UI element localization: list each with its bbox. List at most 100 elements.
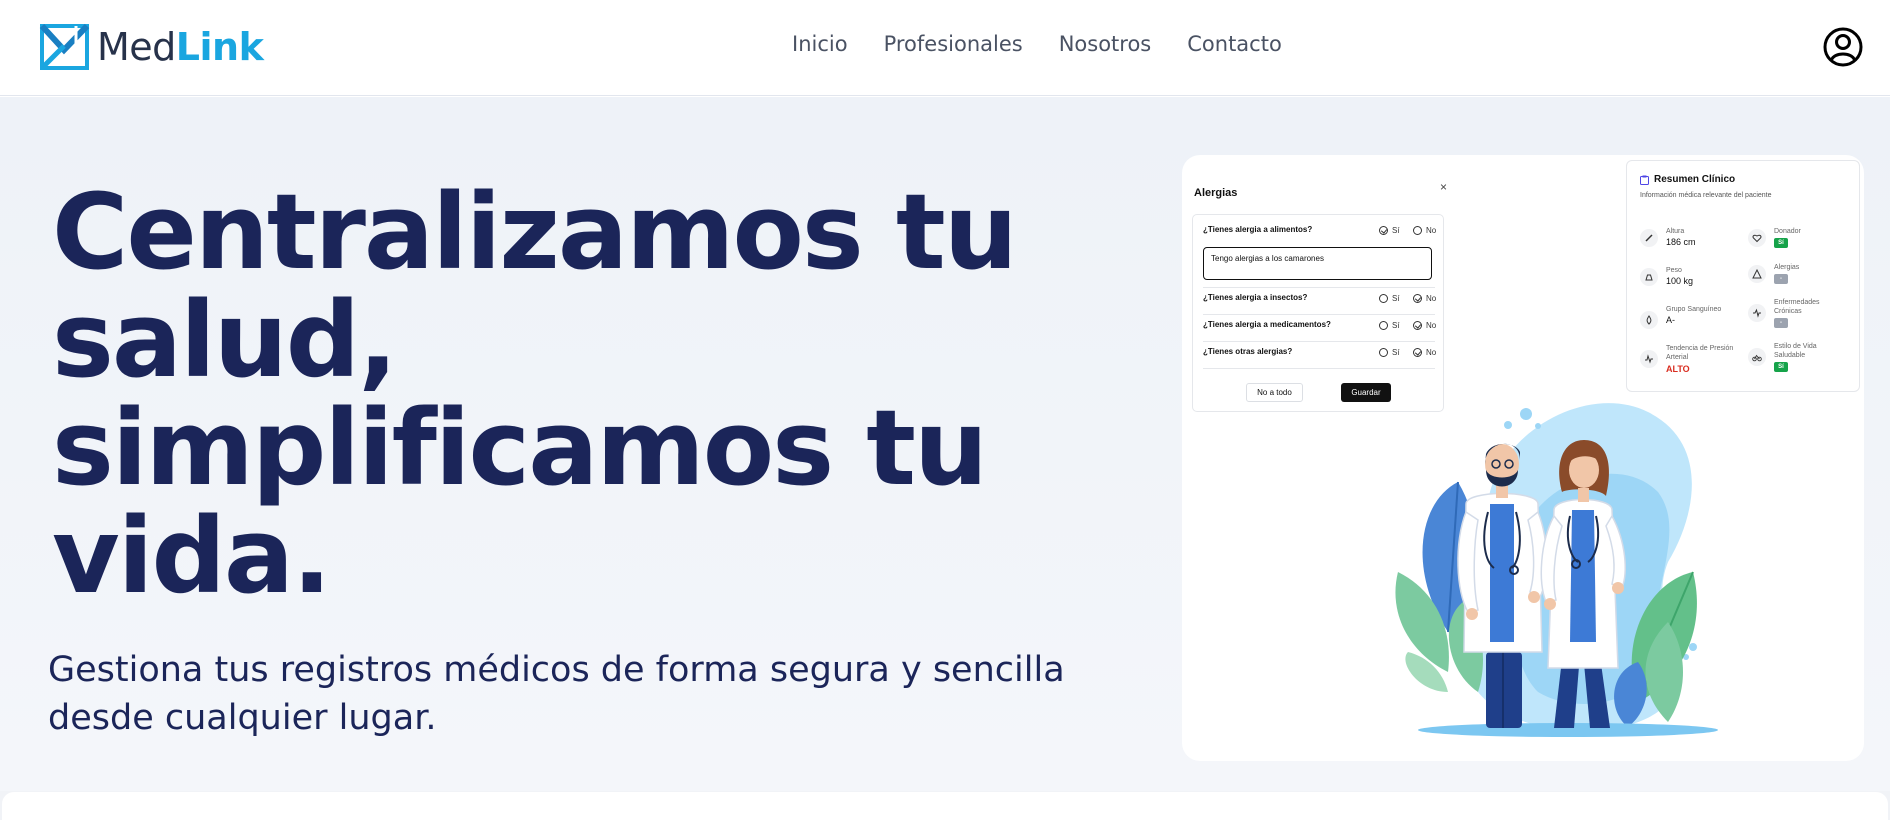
food-allergy-detail-input[interactable]: Tengo alergias a los camarones: [1203, 247, 1432, 280]
radio-icon: [1413, 226, 1422, 235]
radio-yes-label: Sí: [1392, 226, 1400, 235]
radio-no-label: No: [1426, 348, 1437, 357]
ruler-icon: [1640, 229, 1658, 247]
radio-yes[interactable]: Sí: [1379, 348, 1400, 357]
nav-link-nosotros[interactable]: Nosotros: [1059, 32, 1152, 56]
question-row: ¿Tienes alergia a insectos? Sí No: [1203, 293, 1436, 311]
radio-icon: [1379, 321, 1388, 330]
summary-value: 100 kg: [1666, 276, 1694, 286]
question-text: ¿Tienes alergia a insectos?: [1203, 293, 1308, 302]
bike-icon: [1748, 348, 1766, 366]
user-circle-icon[interactable]: [1822, 26, 1864, 68]
radio-checked-icon: [1379, 226, 1388, 235]
pulse-icon: [1640, 350, 1658, 368]
hero-headline: Centralizamos tu salud, simplificamos tu…: [52, 178, 1052, 610]
radio-checked-icon: [1413, 321, 1422, 330]
radio-yes[interactable]: Sí: [1379, 294, 1400, 303]
clinical-summary-title: Resumen Clínico: [1654, 174, 1736, 185]
divider: [1203, 314, 1435, 315]
radio-no[interactable]: No: [1413, 226, 1436, 235]
headline-line: vida.: [52, 495, 332, 617]
summary-item-blood: Grupo Sanguíneo A-: [1640, 305, 1750, 341]
summary-item-chronic: Enfermedades Crónicas -: [1748, 298, 1858, 334]
radio-checked-icon: [1413, 294, 1422, 303]
brand-name-part1: Med: [97, 25, 176, 69]
brand-logo[interactable]: MedLink: [38, 22, 264, 72]
warning-icon: [1748, 265, 1766, 283]
hero-visual-card: Alergias × ¿Tienes alergia a alimentos? …: [1182, 155, 1864, 761]
summary-label: Tendencia de Presión Arterial: [1666, 345, 1734, 361]
headline-line: simplificamos tu: [52, 387, 988, 509]
clinical-summary-description: Información médica relevante del pacient…: [1640, 192, 1772, 199]
clipboard-icon: [1640, 175, 1649, 185]
question-row: ¿Tienes alergia a medicamentos? Sí No: [1203, 320, 1436, 338]
summary-label: Altura: [1666, 228, 1685, 235]
status-badge: Sí: [1774, 362, 1788, 372]
allergies-form: Alergias × ¿Tienes alergia a alimentos? …: [1192, 180, 1447, 420]
drop-icon: [1640, 311, 1658, 329]
summary-item-height: Altura 186 cm: [1640, 227, 1750, 263]
scale-icon: [1640, 268, 1658, 286]
no-to-all-button[interactable]: No a todo: [1246, 383, 1303, 402]
question-row: ¿Tienes otras alergias? Sí No: [1203, 347, 1436, 365]
activity-icon: [1748, 304, 1766, 322]
radio-no-label: No: [1426, 321, 1437, 330]
summary-item-weight: Peso 100 kg: [1640, 266, 1750, 302]
radio-yes-label: Sí: [1392, 321, 1400, 330]
summary-label: Donador: [1774, 228, 1801, 235]
radio-yes[interactable]: Sí: [1379, 321, 1400, 330]
radio-checked-icon: [1413, 348, 1422, 357]
nav-link-inicio[interactable]: Inicio: [792, 32, 848, 56]
brand-name: MedLink: [97, 25, 264, 69]
divider: [1203, 287, 1435, 288]
headline-line: Centralizamos tu: [52, 171, 1018, 293]
radio-no[interactable]: No: [1413, 348, 1436, 357]
summary-item-allergies: Alergias -: [1748, 263, 1858, 299]
close-icon[interactable]: ×: [1440, 180, 1447, 194]
radio-yes[interactable]: Sí: [1379, 226, 1400, 235]
summary-item-donor: Donador Sí: [1748, 227, 1858, 263]
doctors-illustration: [1395, 403, 1718, 737]
next-section-card: [2, 792, 1888, 820]
nav-link-profesionales[interactable]: Profesionales: [884, 32, 1023, 56]
divider: [1203, 341, 1435, 342]
clinical-summary-card: Resumen Clínico Información médica relev…: [1626, 160, 1860, 392]
summary-value: 186 cm: [1666, 237, 1696, 247]
heart-icon: [1748, 229, 1766, 247]
headline-line: salud,: [52, 279, 398, 401]
radio-no-label: No: [1426, 294, 1437, 303]
summary-label: Peso: [1666, 267, 1682, 274]
clinical-summary-header: Resumen Clínico: [1640, 174, 1735, 185]
question-text: ¿Tienes alergia a medicamentos?: [1203, 320, 1331, 329]
site-header: MedLink Inicio Profesionales Nosotros Co…: [0, 0, 1890, 96]
summary-value: ALTO: [1666, 364, 1690, 374]
radio-yes-label: Sí: [1392, 348, 1400, 357]
summary-label: Grupo Sanguíneo: [1666, 306, 1722, 313]
question-text: ¿Tienes otras alergias?: [1203, 347, 1293, 356]
summary-item-pressure: Tendencia de Presión Arterial ALTO: [1640, 344, 1750, 380]
radio-no-label: No: [1426, 226, 1437, 235]
summary-label: Estilo de Vida Saludable: [1774, 343, 1817, 359]
summary-item-lifestyle: Estilo de Vida Saludable Sí: [1748, 342, 1858, 378]
status-badge: Sí: [1774, 238, 1788, 248]
allergies-form-body: ¿Tienes alergia a alimentos? Sí No Tengo…: [1192, 214, 1444, 412]
medlink-logo-icon: [39, 23, 90, 70]
allergies-form-title: Alergias: [1194, 187, 1238, 199]
radio-icon: [1379, 348, 1388, 357]
radio-no[interactable]: No: [1413, 321, 1436, 330]
divider: [1203, 368, 1435, 369]
radio-no[interactable]: No: [1413, 294, 1436, 303]
subtitle-line: desde cualquier lugar.: [48, 698, 437, 738]
subtitle-line: Gestiona tus registros médicos de forma …: [48, 650, 1065, 690]
radio-icon: [1379, 294, 1388, 303]
radio-yes-label: Sí: [1392, 294, 1400, 303]
summary-label: Alergias: [1774, 264, 1800, 271]
hero-subtitle: Gestiona tus registros médicos de forma …: [48, 646, 1128, 742]
question-text: ¿Tienes alergia a alimentos?: [1203, 225, 1313, 234]
question-row: ¿Tienes alergia a alimentos? Sí No: [1203, 225, 1436, 243]
summary-value: A-: [1666, 315, 1675, 325]
status-badge: -: [1774, 274, 1788, 284]
status-badge: -: [1774, 318, 1788, 328]
nav-link-contacto[interactable]: Contacto: [1187, 32, 1282, 56]
summary-label: Enfermedades Crónicas: [1774, 299, 1820, 315]
